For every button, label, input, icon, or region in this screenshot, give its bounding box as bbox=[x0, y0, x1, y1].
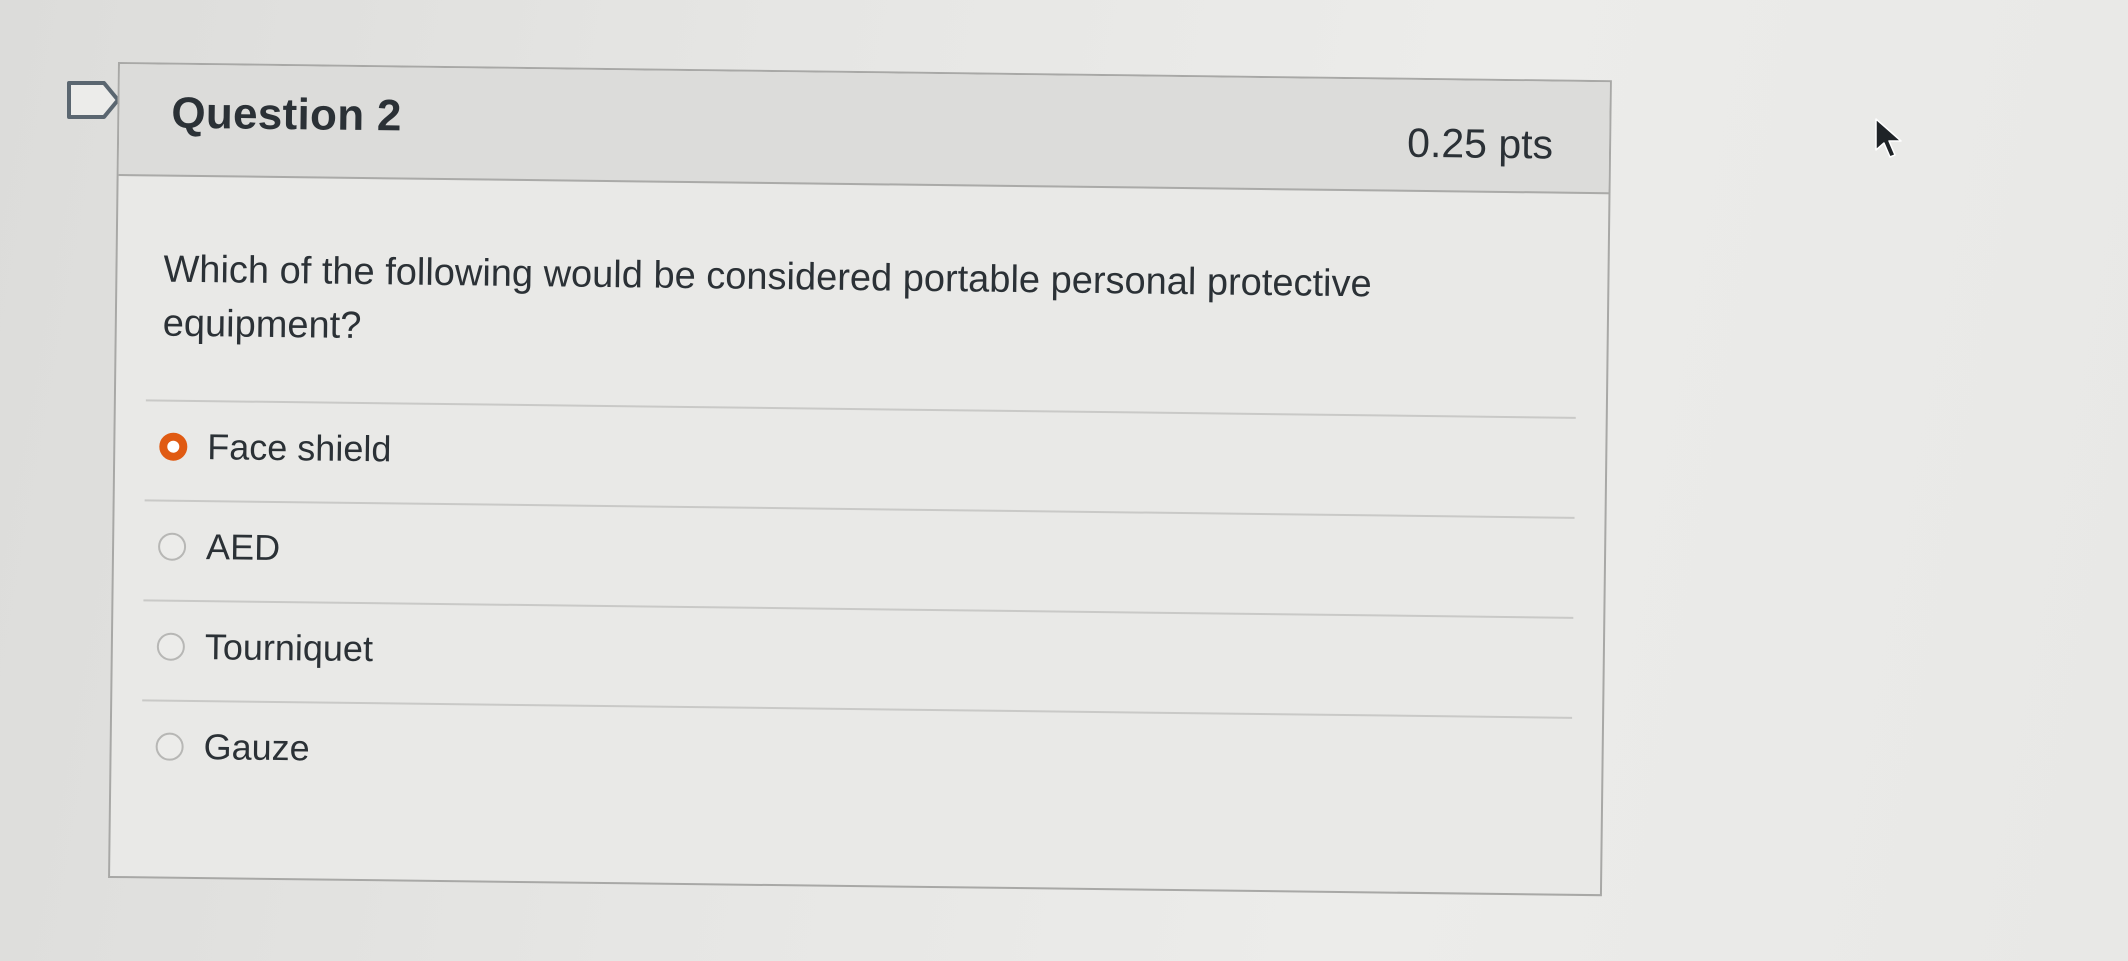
radio-button[interactable] bbox=[156, 632, 186, 661]
answer-option-face-shield[interactable]: Face shield bbox=[144, 399, 1576, 517]
answer-label: Face shield bbox=[207, 426, 392, 470]
radio-button-selected[interactable] bbox=[159, 432, 188, 461]
question-header: Question 2 0.25 pts bbox=[118, 64, 1610, 195]
answer-list: Face shield AED Tourniquet Gauze bbox=[140, 399, 1576, 817]
answer-label: AED bbox=[205, 526, 281, 569]
radio-button[interactable] bbox=[157, 532, 187, 561]
question-card: Question 2 0.25 pts Which of the followi… bbox=[108, 62, 1612, 897]
radio-button[interactable] bbox=[155, 732, 184, 761]
question-text: Which of the following would be consider… bbox=[162, 248, 1372, 347]
answer-label: Gauze bbox=[203, 726, 310, 769]
question-title: Question 2 bbox=[171, 88, 403, 141]
answer-option-tourniquet[interactable]: Tourniquet bbox=[142, 599, 1574, 717]
flag-question-icon[interactable] bbox=[66, 80, 122, 120]
answer-label: Tourniquet bbox=[204, 626, 374, 670]
answer-option-gauze[interactable]: Gauze bbox=[140, 699, 1573, 817]
question-points: 0.25 pts bbox=[1406, 119, 1554, 168]
answer-option-aed[interactable]: AED bbox=[143, 499, 1575, 617]
quiz-page: Question 2 0.25 pts Which of the followi… bbox=[0, 0, 2128, 961]
mouse-pointer-icon bbox=[1875, 118, 1902, 158]
